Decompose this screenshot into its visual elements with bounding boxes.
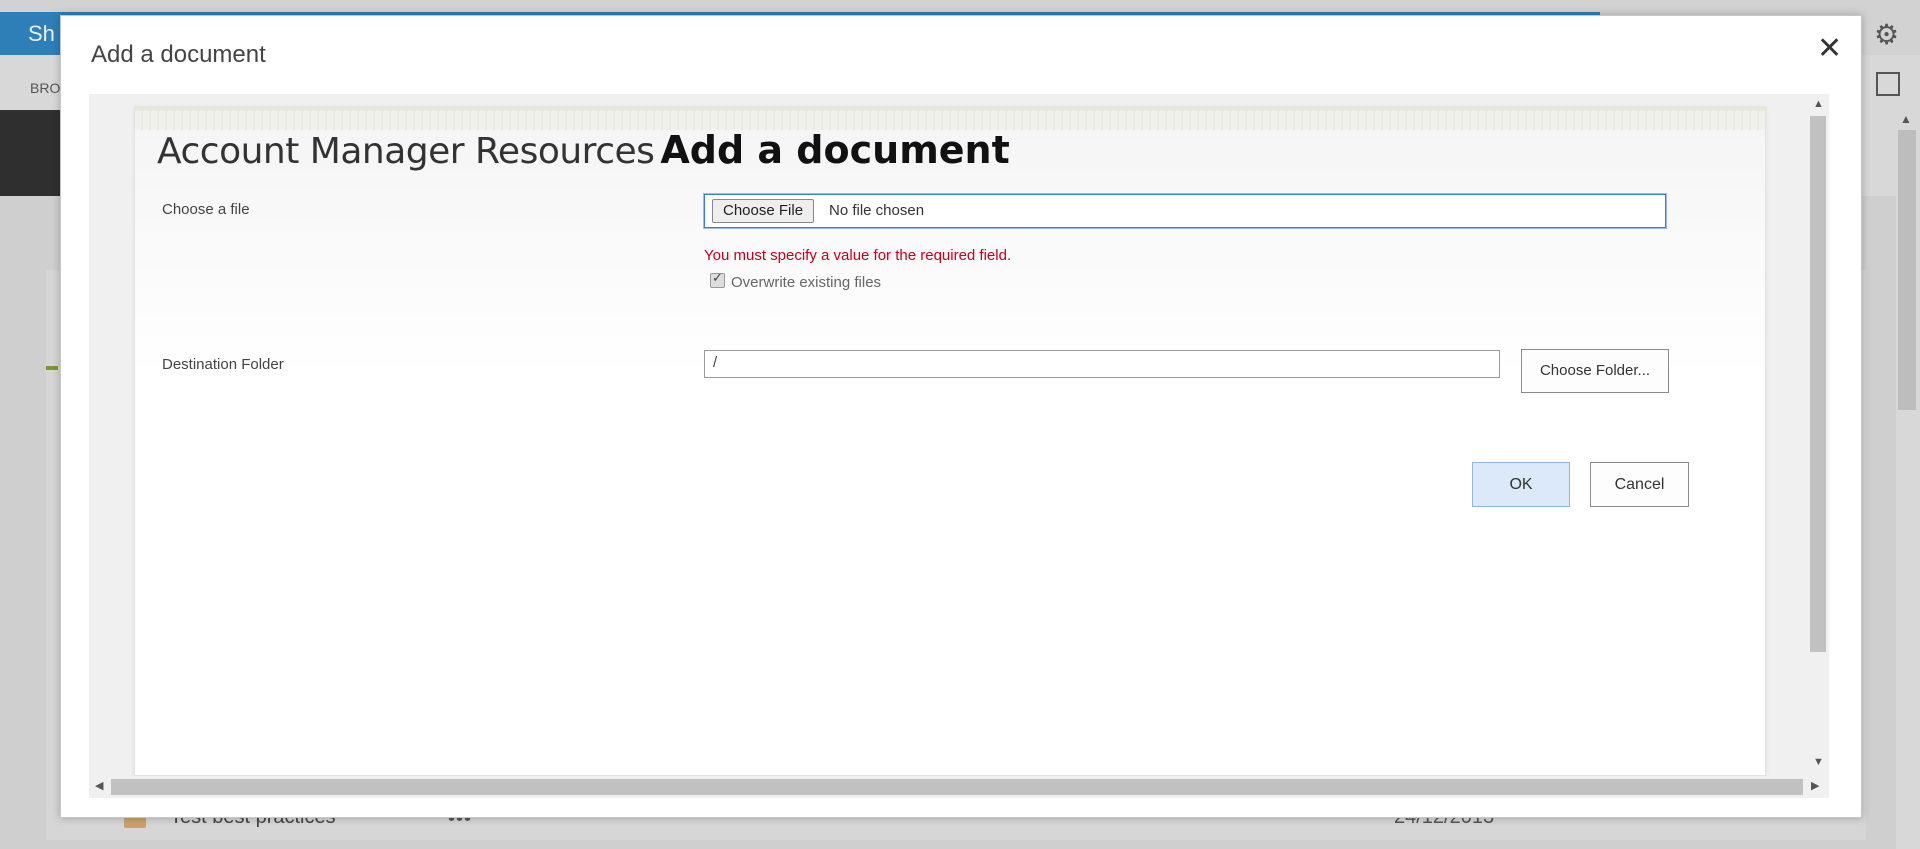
- page-title: Add a document: [660, 128, 1010, 172]
- scroll-right-icon[interactable]: ▶: [1811, 779, 1819, 792]
- site-title[interactable]: Account Manager Resources: [157, 131, 655, 172]
- add-document-dialog: Add a document ✕ Account Manager Resourc…: [60, 15, 1862, 818]
- accent-mark: [46, 366, 58, 370]
- page-accent-line: [135, 108, 1765, 111]
- cancel-button[interactable]: Cancel: [1590, 462, 1689, 507]
- page-pattern-strip: [135, 108, 1765, 130]
- dialog-title: Add a document: [91, 41, 266, 68]
- file-status-text: No file chosen: [829, 202, 925, 219]
- scroll-left-icon[interactable]: ◀: [95, 779, 103, 792]
- vertical-scroll-thumb[interactable]: [1810, 116, 1826, 652]
- iframe-vertical-scrollbar[interactable]: ▲ ▼: [1807, 94, 1829, 774]
- required-field-error: You must specify a value for the require…: [704, 247, 1012, 264]
- choose-folder-button[interactable]: Choose Folder...: [1521, 349, 1669, 393]
- upload-form-page: Account Manager Resources Add a document …: [134, 107, 1766, 776]
- app-launcher-title: Sh: [28, 21, 55, 46]
- page-scroll-up-icon: ▲: [1900, 112, 1912, 126]
- dialog-iframe: Account Manager Resources Add a document …: [89, 94, 1829, 798]
- choose-file-button[interactable]: Choose File: [712, 199, 815, 223]
- choose-file-label: Choose a file: [162, 201, 250, 218]
- overwrite-checkbox[interactable]: [710, 270, 725, 288]
- horizontal-scroll-thumb[interactable]: [111, 779, 1803, 795]
- file-input[interactable]: Choose File No file chosen: [704, 194, 1666, 228]
- iframe-horizontal-scrollbar[interactable]: ◀ ▶: [89, 776, 1829, 798]
- destination-folder-label: Destination Folder: [162, 356, 284, 373]
- overwrite-label: Overwrite existing files: [731, 274, 882, 291]
- share-icon: [1876, 72, 1900, 96]
- scroll-up-icon[interactable]: ▲: [1813, 98, 1824, 110]
- destination-folder-input[interactable]: /: [704, 350, 1500, 378]
- ok-button[interactable]: OK: [1472, 462, 1570, 507]
- page-scroll-thumb: [1898, 130, 1916, 410]
- close-icon[interactable]: ✕: [1817, 34, 1842, 64]
- overwrite-option: Overwrite existing files: [710, 270, 882, 291]
- gear-icon: ⚙: [1874, 19, 1900, 50]
- scroll-down-icon[interactable]: ▼: [1813, 756, 1824, 768]
- page-heading: Account Manager Resources Add a document: [157, 128, 1010, 172]
